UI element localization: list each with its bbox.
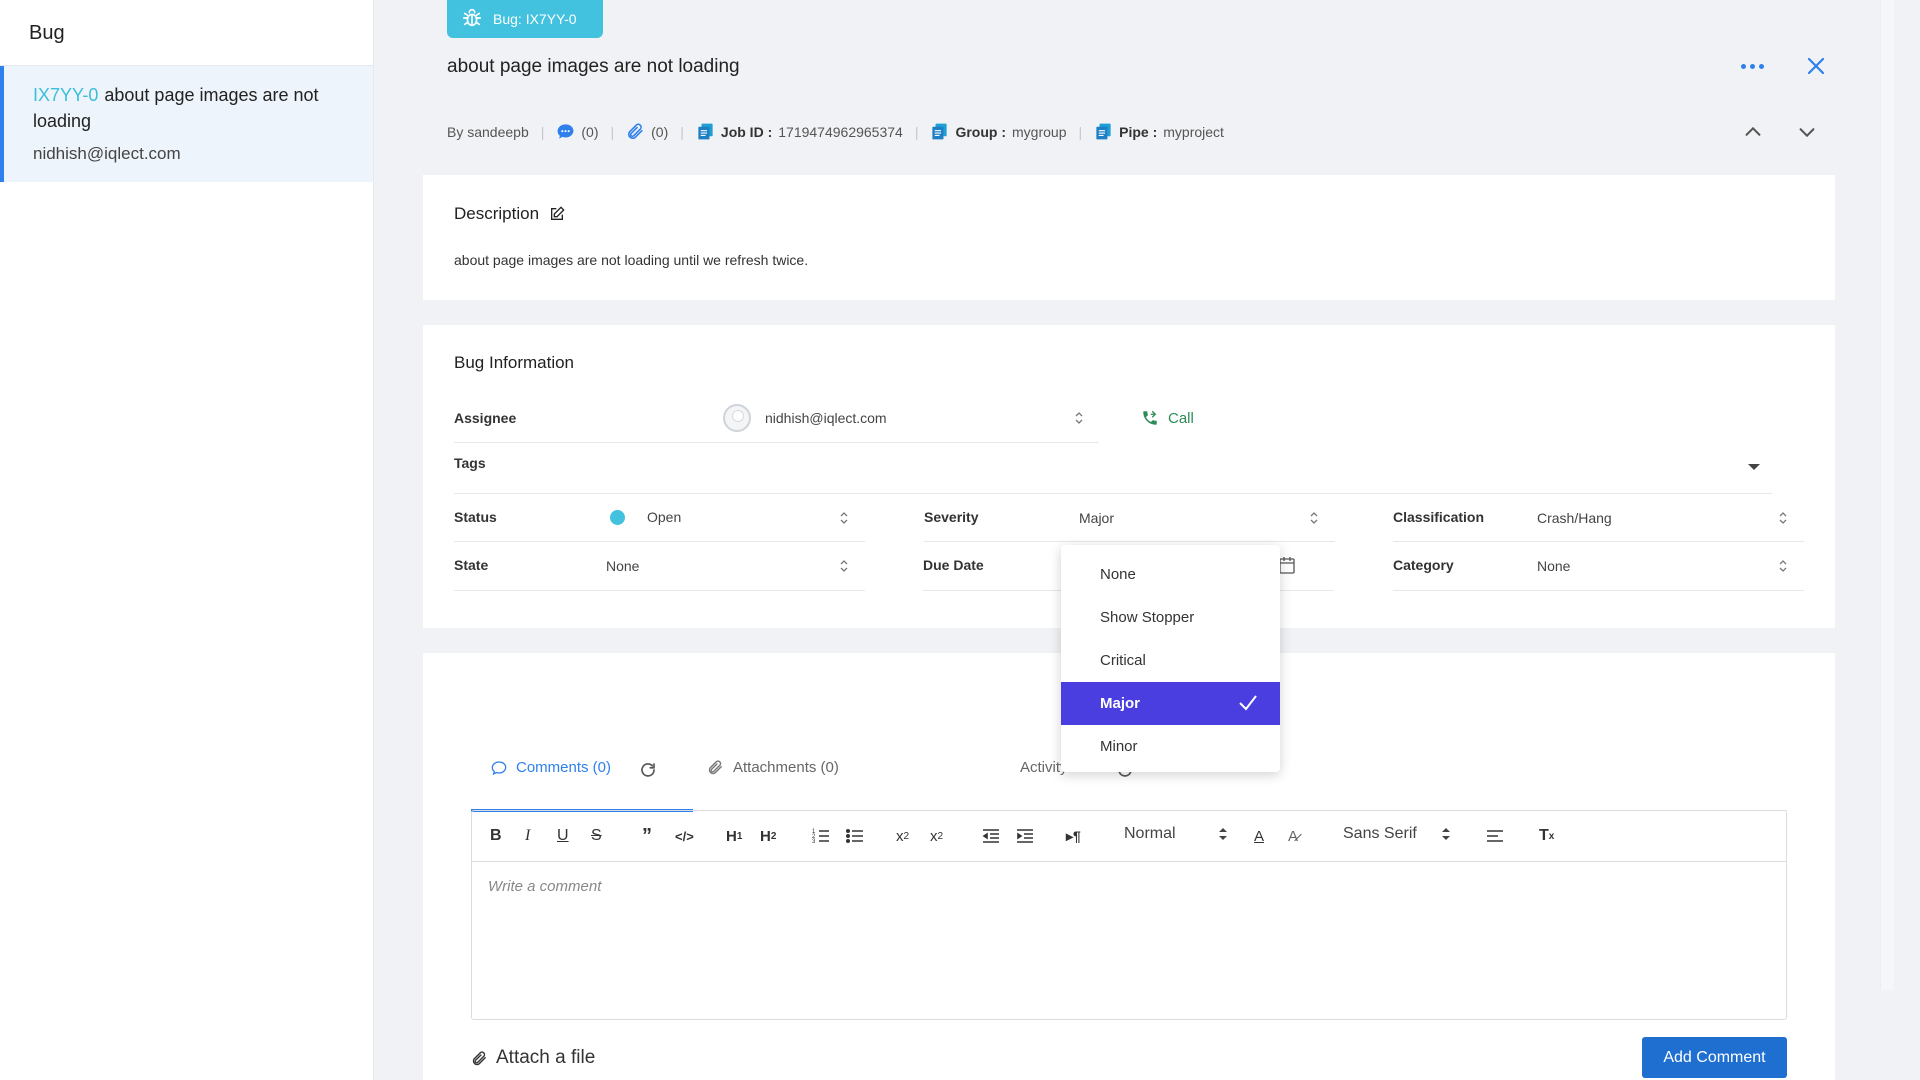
- severity-option-none[interactable]: None: [1061, 553, 1280, 596]
- document-icon: [1096, 123, 1111, 140]
- close-icon[interactable]: [1804, 54, 1828, 78]
- select-arrows-icon[interactable]: [839, 558, 849, 574]
- severity-option-minor[interactable]: Minor: [1061, 725, 1280, 768]
- phone-icon: [1143, 410, 1157, 425]
- description-label: Description: [454, 204, 540, 223]
- tab-attachments[interactable]: Attachments (0): [707, 759, 839, 776]
- document-icon: [698, 123, 713, 140]
- select-arrows-icon[interactable]: [1309, 510, 1319, 526]
- call-button[interactable]: Call: [1141, 409, 1194, 427]
- font-select[interactable]: Sans Serif: [1343, 825, 1451, 843]
- comment-input[interactable]: Write a comment: [472, 862, 1786, 911]
- state-select[interactable]: None: [606, 558, 639, 574]
- refresh-icon[interactable]: [639, 761, 657, 779]
- heading1-icon[interactable]: H1: [726, 825, 742, 847]
- description-card: Description about page images are not lo…: [423, 175, 1835, 300]
- bug-information-title: Bug Information: [454, 353, 575, 372]
- bullet-list-icon[interactable]: [846, 825, 864, 847]
- chevron-down-icon[interactable]: [1795, 121, 1819, 143]
- chevron-up-icon[interactable]: [1741, 121, 1765, 143]
- pipe: Pipe : myproject: [1094, 122, 1224, 141]
- bug-title-heading: about page images are not loading: [447, 56, 740, 77]
- severity-option-show-stopper[interactable]: Show Stopper: [1061, 596, 1280, 639]
- bug-header: Bug: IX7YY-0 about page images are not l…: [423, 0, 1835, 175]
- avatar: [723, 404, 751, 432]
- assignee-label: Assignee: [454, 410, 517, 426]
- select-arrows-icon[interactable]: [839, 510, 849, 526]
- severity-select[interactable]: Major: [1079, 510, 1114, 526]
- comment-icon: [491, 760, 507, 775]
- sidebar-title: Bug: [0, 0, 373, 66]
- code-block-icon[interactable]: </>: [675, 825, 694, 847]
- svg-text:3: 3: [812, 839, 816, 845]
- severity-option-critical[interactable]: Critical: [1061, 639, 1280, 682]
- sidebar: Bug IX7YY-0 about page images are not loa…: [0, 0, 374, 1080]
- select-arrows-icon[interactable]: [1778, 558, 1788, 574]
- severity-option-major[interactable]: Major: [1061, 682, 1280, 725]
- assignee-select[interactable]: nidhish@iqlect.com: [723, 404, 887, 432]
- align-icon[interactable]: [1486, 825, 1504, 847]
- attachments-count[interactable]: (0): [626, 122, 668, 141]
- job-id: Job ID :1719474962965374: [696, 122, 903, 141]
- ordered-list-icon[interactable]: 123: [812, 825, 830, 847]
- underline-icon[interactable]: U: [557, 825, 569, 847]
- severity-dropdown: None Show Stopper Critical Major Minor: [1061, 545, 1280, 772]
- tab-comments[interactable]: Comments (0): [491, 759, 611, 776]
- comments-count[interactable]: (0): [556, 122, 599, 141]
- strikethrough-icon[interactable]: S: [591, 825, 602, 847]
- outdent-icon[interactable]: [982, 825, 1000, 847]
- paperclip-icon: [472, 1050, 486, 1065]
- bug-assignee-email: nidhish@iqlect.com: [33, 144, 181, 163]
- bug-badge: Bug: IX7YY-0: [447, 0, 603, 38]
- indent-icon[interactable]: [1016, 825, 1034, 847]
- status-select[interactable]: Open: [610, 509, 681, 525]
- group: Group : mygroup: [930, 122, 1066, 141]
- blockquote-icon[interactable]: ”: [642, 825, 652, 847]
- text-direction-icon[interactable]: ▸¶: [1066, 825, 1081, 847]
- bug-meta: By sandeepb | (0) | (0) | Job ID :171947…: [447, 122, 1224, 141]
- checkmark-icon: [1239, 695, 1257, 711]
- text-color-icon[interactable]: A: [1254, 825, 1264, 847]
- more-options-icon[interactable]: [1741, 56, 1771, 76]
- clear-format-icon[interactable]: Tx: [1539, 825, 1554, 847]
- tags-dropdown-icon[interactable]: [1747, 462, 1761, 472]
- sidebar-item-bug[interactable]: IX7YY-0 about page images are not loading…: [0, 66, 373, 182]
- category-label: Category: [1393, 557, 1454, 573]
- editor-toolbar: B I U S ” </> H1 H2 123 x2 x2 ▸¶ Normal: [472, 811, 1786, 862]
- italic-icon[interactable]: I: [525, 825, 530, 847]
- heading2-icon[interactable]: H2: [760, 825, 776, 847]
- bug-badge-label: Bug: IX7YY-0: [493, 11, 577, 27]
- select-arrows-icon[interactable]: [1074, 410, 1084, 426]
- calendar-icon[interactable]: [1279, 556, 1295, 574]
- attach-file-link[interactable]: Attach a file: [471, 1047, 595, 1069]
- description-text: about page images are not loading until …: [454, 252, 809, 268]
- bold-icon[interactable]: B: [490, 825, 502, 847]
- background-color-icon[interactable]: A̷: [1288, 825, 1298, 847]
- state-label: State: [454, 557, 489, 573]
- main-panel: Bug: IX7YY-0 about page images are not l…: [423, 0, 1835, 1080]
- scrollbar[interactable]: [1880, 0, 1894, 990]
- document-icon: [932, 123, 948, 140]
- comment-icon: [557, 124, 574, 139]
- paperclip-icon: [708, 760, 722, 775]
- subscript-icon[interactable]: x2: [896, 825, 909, 847]
- select-arrows-icon[interactable]: [1778, 510, 1788, 526]
- classification-label: Classification: [1393, 509, 1485, 525]
- status-label: Status: [454, 509, 497, 525]
- superscript-icon[interactable]: x2: [930, 825, 943, 847]
- tags-label: Tags: [454, 455, 486, 471]
- status-dot: [610, 509, 625, 525]
- comment-editor: B I U S ” </> H1 H2 123 x2 x2 ▸¶ Normal: [471, 810, 1787, 1020]
- bug-icon: [461, 7, 483, 32]
- edit-icon[interactable]: [549, 206, 565, 222]
- classification-select[interactable]: Crash/Hang: [1537, 510, 1612, 526]
- bug-code: IX7YY-0: [33, 85, 99, 105]
- due-date-label: Due Date: [923, 557, 984, 573]
- format-select[interactable]: Normal: [1124, 825, 1228, 843]
- severity-label: Severity: [924, 509, 979, 525]
- add-comment-button[interactable]: Add Comment: [1642, 1037, 1787, 1078]
- paperclip-icon: [628, 123, 643, 139]
- category-select[interactable]: None: [1537, 558, 1570, 574]
- author: By sandeepb: [447, 123, 529, 140]
